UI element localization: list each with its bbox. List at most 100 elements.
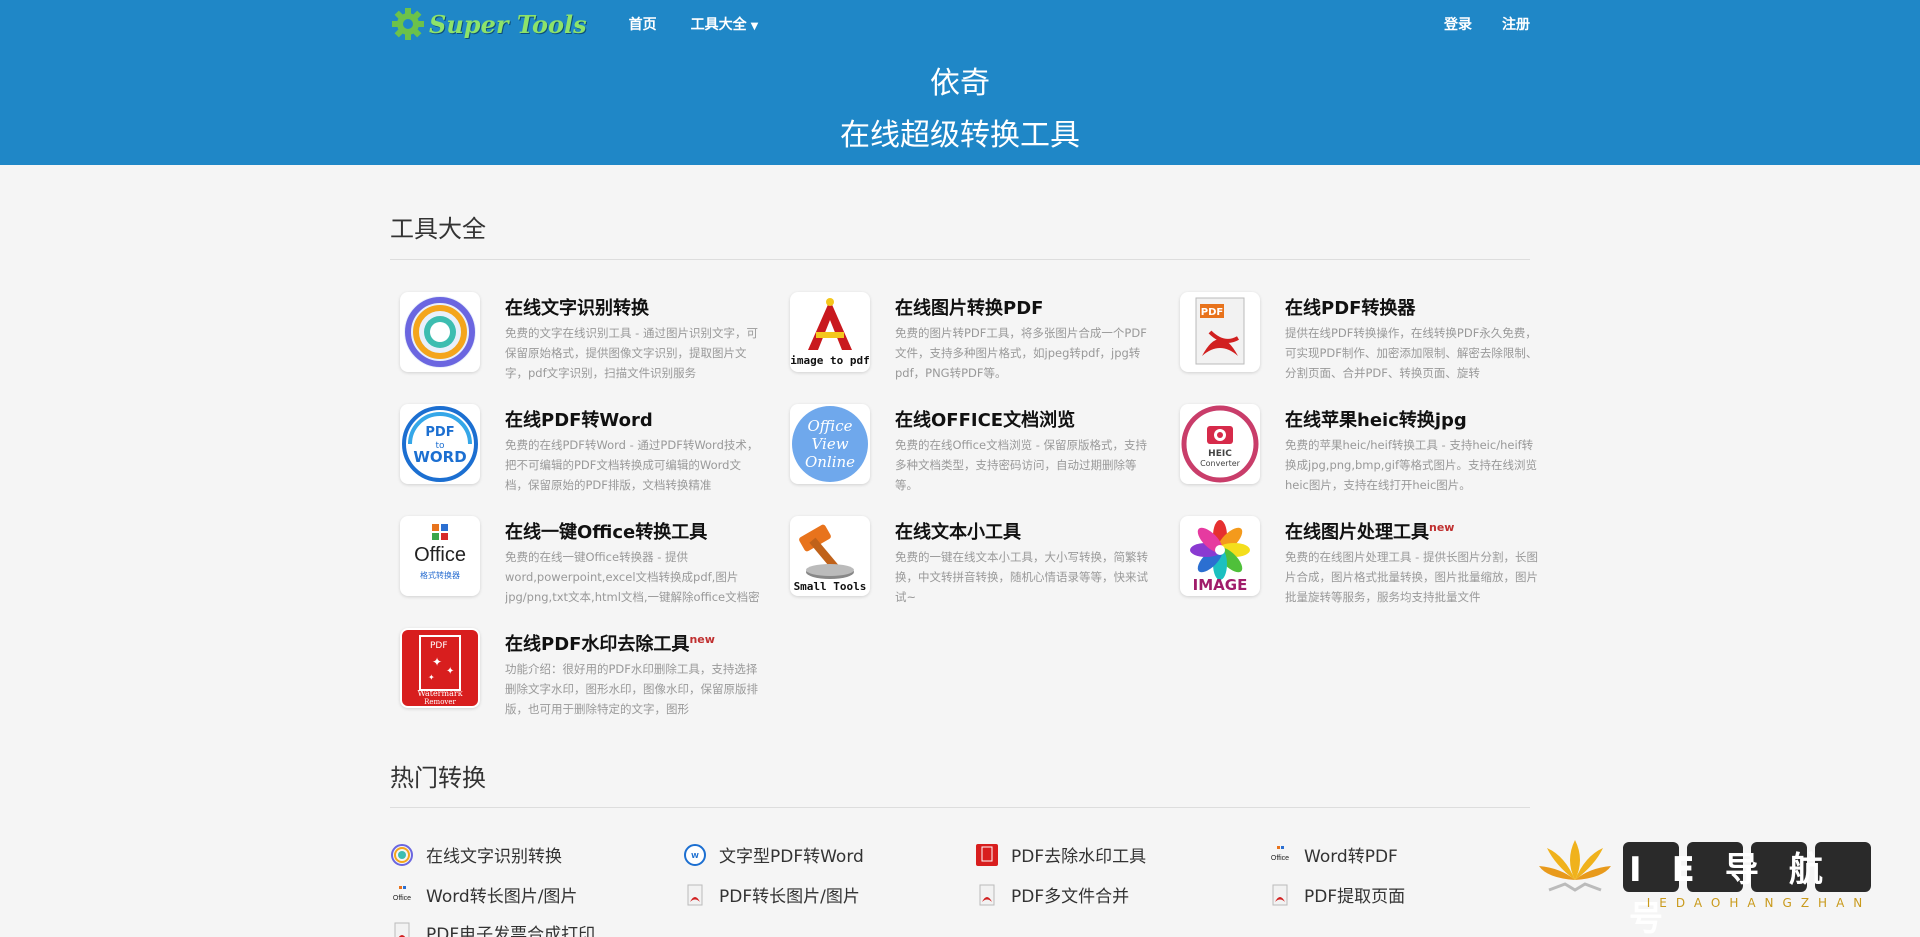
watermark-subtitle: IEDAOHANGZHAN (1646, 896, 1872, 910)
tool-card-office-view[interactable]: Office View Online 在线OFFICE文档浏览 免费的在线Offic… (790, 404, 1160, 504)
image-to-pdf-icon: image to pdf (790, 292, 870, 372)
hot-link-pdf-to-image[interactable]: PDF转长图片/图片 (683, 882, 860, 907)
hot-divider (390, 807, 1530, 808)
top-navbar: Super Tools 首页 工具大全 ▼ 登录 注册 (390, 0, 1530, 48)
hot-link-label: PDF提取页面 (1304, 887, 1406, 907)
tool-title: 在线PDF水印去除工具new (505, 628, 760, 657)
svg-text:Online: Online (805, 453, 855, 471)
tool-description: 提供在线PDF转换操作，在线转换PDF永久免费，可实现PDF制作、加密添加限制、… (1285, 326, 1538, 380)
image-tools-icon: IMAGE (1180, 516, 1260, 596)
svg-text:image to pdf: image to pdf (790, 354, 869, 367)
brand-name: Super Tools (429, 9, 587, 39)
tool-body: 在线OFFICE文档浏览 免费的在线Office文档浏览 - 保留原版格式，支持… (895, 404, 1150, 504)
hot-link-label: PDF电子发票合成打印 (426, 925, 596, 937)
svg-text:Office: Office (808, 417, 853, 435)
ocr-icon (400, 292, 480, 372)
svg-text:PDF: PDF (425, 425, 454, 440)
brand-logo[interactable]: Super Tools (390, 0, 587, 48)
hot-link-pdf-to-word[interactable]: W 文字型PDF转Word (683, 842, 864, 867)
hot-link-label: 在线文字识别转换 (426, 847, 562, 867)
tool-title-text: 在线图片处理工具 (1285, 522, 1429, 543)
tool-title-text: 在线PDF转Word (505, 410, 653, 431)
hot-link-label: Word转长图片/图片 (426, 887, 578, 907)
hot-link-invoice[interactable]: PDF电子发票合成打印 (390, 920, 595, 937)
svg-text:Office: Office (414, 544, 466, 566)
tool-title-text: 在线文本小工具 (895, 522, 1021, 543)
lotus-icon (1539, 840, 1611, 892)
svg-text:Watermark: Watermark (417, 689, 462, 698)
hot-section-title: 热门转换 (390, 764, 486, 792)
svg-text:HEIC: HEIC (1208, 449, 1232, 459)
office-icon: Office (390, 883, 414, 907)
tool-description: 免费的在线PDF转Word - 通过PDF转Word技术，把不可编辑的PDF文档… (505, 438, 759, 492)
watermark-title: IE导航号 (1623, 842, 1895, 937)
nav-right-group: 登录 注册 (1414, 14, 1530, 34)
svg-text:✦: ✦ (432, 655, 442, 669)
tools-section-title: 工具大全 (390, 215, 486, 243)
tool-title-text: 在线苹果heic转换jpg (1285, 410, 1467, 431)
hot-link-label: Word转PDF (1304, 847, 1398, 867)
pdf-to-word-icon: PDF to WORD (400, 404, 480, 484)
svg-text:IMAGE: IMAGE (1193, 576, 1248, 594)
pdf-icon (1268, 883, 1292, 907)
pdf-converter-icon: PDF (1180, 292, 1260, 372)
nav-tools-label: 工具大全 (690, 17, 747, 33)
svg-text:PDF: PDF (430, 641, 448, 651)
gear-icon (392, 8, 424, 40)
svg-text:View: View (811, 435, 848, 453)
tool-body: 在线一键Office转换工具 免费的在线一键Office转换器 - 提供word… (505, 516, 760, 616)
pdf-icon (975, 883, 999, 907)
hot-link-pdf-merge[interactable]: PDF多文件合并 (975, 882, 1129, 907)
svg-text:格式转换器: 格式转换器 (420, 570, 460, 580)
new-badge: new (1429, 521, 1455, 534)
register-link[interactable]: 注册 (1502, 14, 1530, 34)
tool-body: 在线PDF转换器 提供在线PDF转换操作，在线转换PDF永久免费，可实现PDF制… (1285, 292, 1540, 392)
hero-title: 依奇 (930, 66, 990, 101)
tool-card-heic[interactable]: HEIC Converter 在线苹果heic转换jpg 免费的苹果heic/he… (1180, 404, 1550, 504)
hot-link-ocr[interactable]: 在线文字识别转换 (390, 842, 562, 867)
tool-body: 在线PDF转Word 免费的在线PDF转Word - 通过PDF转Word技术，… (505, 404, 760, 504)
tool-card-watermark-remover[interactable]: PDF ✦ ✦ ✦ Watermark Remover 在线PDF水印去除工具new 功能… (400, 628, 770, 728)
hot-link-label: PDF转长图片/图片 (719, 887, 860, 907)
svg-text:PDF: PDF (1201, 307, 1223, 318)
tool-body: 在线图片处理工具new 免费的在线图片处理工具 - 提供长图片分割，长图片合成，… (1285, 516, 1540, 616)
hot-link-word-to-pdf[interactable]: Office Word转PDF (1268, 842, 1398, 867)
hot-link-word-to-image[interactable]: Office Word转长图片/图片 (390, 882, 577, 907)
pdf-icon (683, 883, 707, 907)
tool-title: 在线图片处理工具new (1285, 516, 1540, 545)
hot-link-watermark[interactable]: PDF去除水印工具 (975, 842, 1146, 867)
tool-description: 免费的在线一键Office转换器 - 提供word,powerpoint,exc… (505, 550, 760, 604)
tool-title: 在线PDF转Word (505, 404, 760, 433)
hot-link-label: PDF多文件合并 (1011, 887, 1130, 907)
login-link[interactable]: 登录 (1444, 14, 1472, 34)
nav-home-link[interactable]: 首页 (629, 14, 657, 34)
watermark-title-text: IE导航号 (1629, 850, 1853, 937)
tool-card-ocr[interactable]: 在线文字识别转换 免费的文字在线识别工具 - 通过图片识别文字，可保留原始格式，… (400, 292, 770, 392)
tool-description: 免费的图片转PDF工具，将多张图片合成一个PDF文件，支持多种图片格式，如jpe… (895, 326, 1147, 380)
tool-title: 在线一键Office转换工具 (505, 516, 760, 545)
tool-card-image-tools[interactable]: IMAGE 在线图片处理工具new 免费的在线图片处理工具 - 提供长图片分割，… (1180, 516, 1550, 616)
tool-title-text: 在线一键Office转换工具 (505, 522, 708, 543)
pdf-icon (390, 921, 414, 937)
tool-description: 功能介绍：很好用的PDF水印删除工具，支持选择删除文字水印，图形水印，图像水印，… (505, 662, 758, 716)
tool-card-pdf-converter[interactable]: PDF 在线PDF转换器 提供在线PDF转换操作，在线转换PDF永久免费，可实现… (1180, 292, 1550, 392)
svg-text:Converter: Converter (1200, 459, 1241, 468)
svg-text:Office: Office (393, 895, 411, 902)
tool-title: 在线文字识别转换 (505, 292, 760, 321)
tool-title: 在线OFFICE文档浏览 (895, 404, 1150, 433)
tool-card-small-tools[interactable]: Small Tools 在线文本小工具 免费的一键在线文本小工具，大小写转换，简… (790, 516, 1160, 616)
tool-card-pdf-to-word[interactable]: PDF to WORD 在线PDF转Word 免费的在线PDF转Word - 通过P… (400, 404, 770, 504)
svg-text:W: W (691, 852, 699, 860)
hero: 依奇 在线超级转换工具 (0, 62, 1920, 158)
tool-card-image-to-pdf[interactable]: image to pdf 在线图片转换PDF 免费的图片转PDF工具，将多张图片… (790, 292, 1160, 392)
tool-card-office-convert[interactable]: Office 格式转换器 在线一键Office转换工具 免费的在线一键Office… (400, 516, 770, 616)
hot-link-pdf-extract[interactable]: PDF提取页面 (1268, 882, 1405, 907)
svg-text:✦: ✦ (446, 666, 454, 677)
nav-tools-dropdown[interactable]: 工具大全 ▼ (691, 14, 759, 34)
tool-body: 在线图片转换PDF 免费的图片转PDF工具，将多张图片合成一个PDF文件，支持多… (895, 292, 1150, 392)
office-icon: Office (1268, 843, 1292, 867)
tool-title: 在线PDF转换器 (1285, 292, 1540, 321)
tool-body: 在线苹果heic转换jpg 免费的苹果heic/heif转换工具 - 支持hei… (1285, 404, 1540, 504)
svg-text:Remover: Remover (424, 698, 456, 706)
hot-link-label: 文字型PDF转Word (719, 847, 864, 867)
